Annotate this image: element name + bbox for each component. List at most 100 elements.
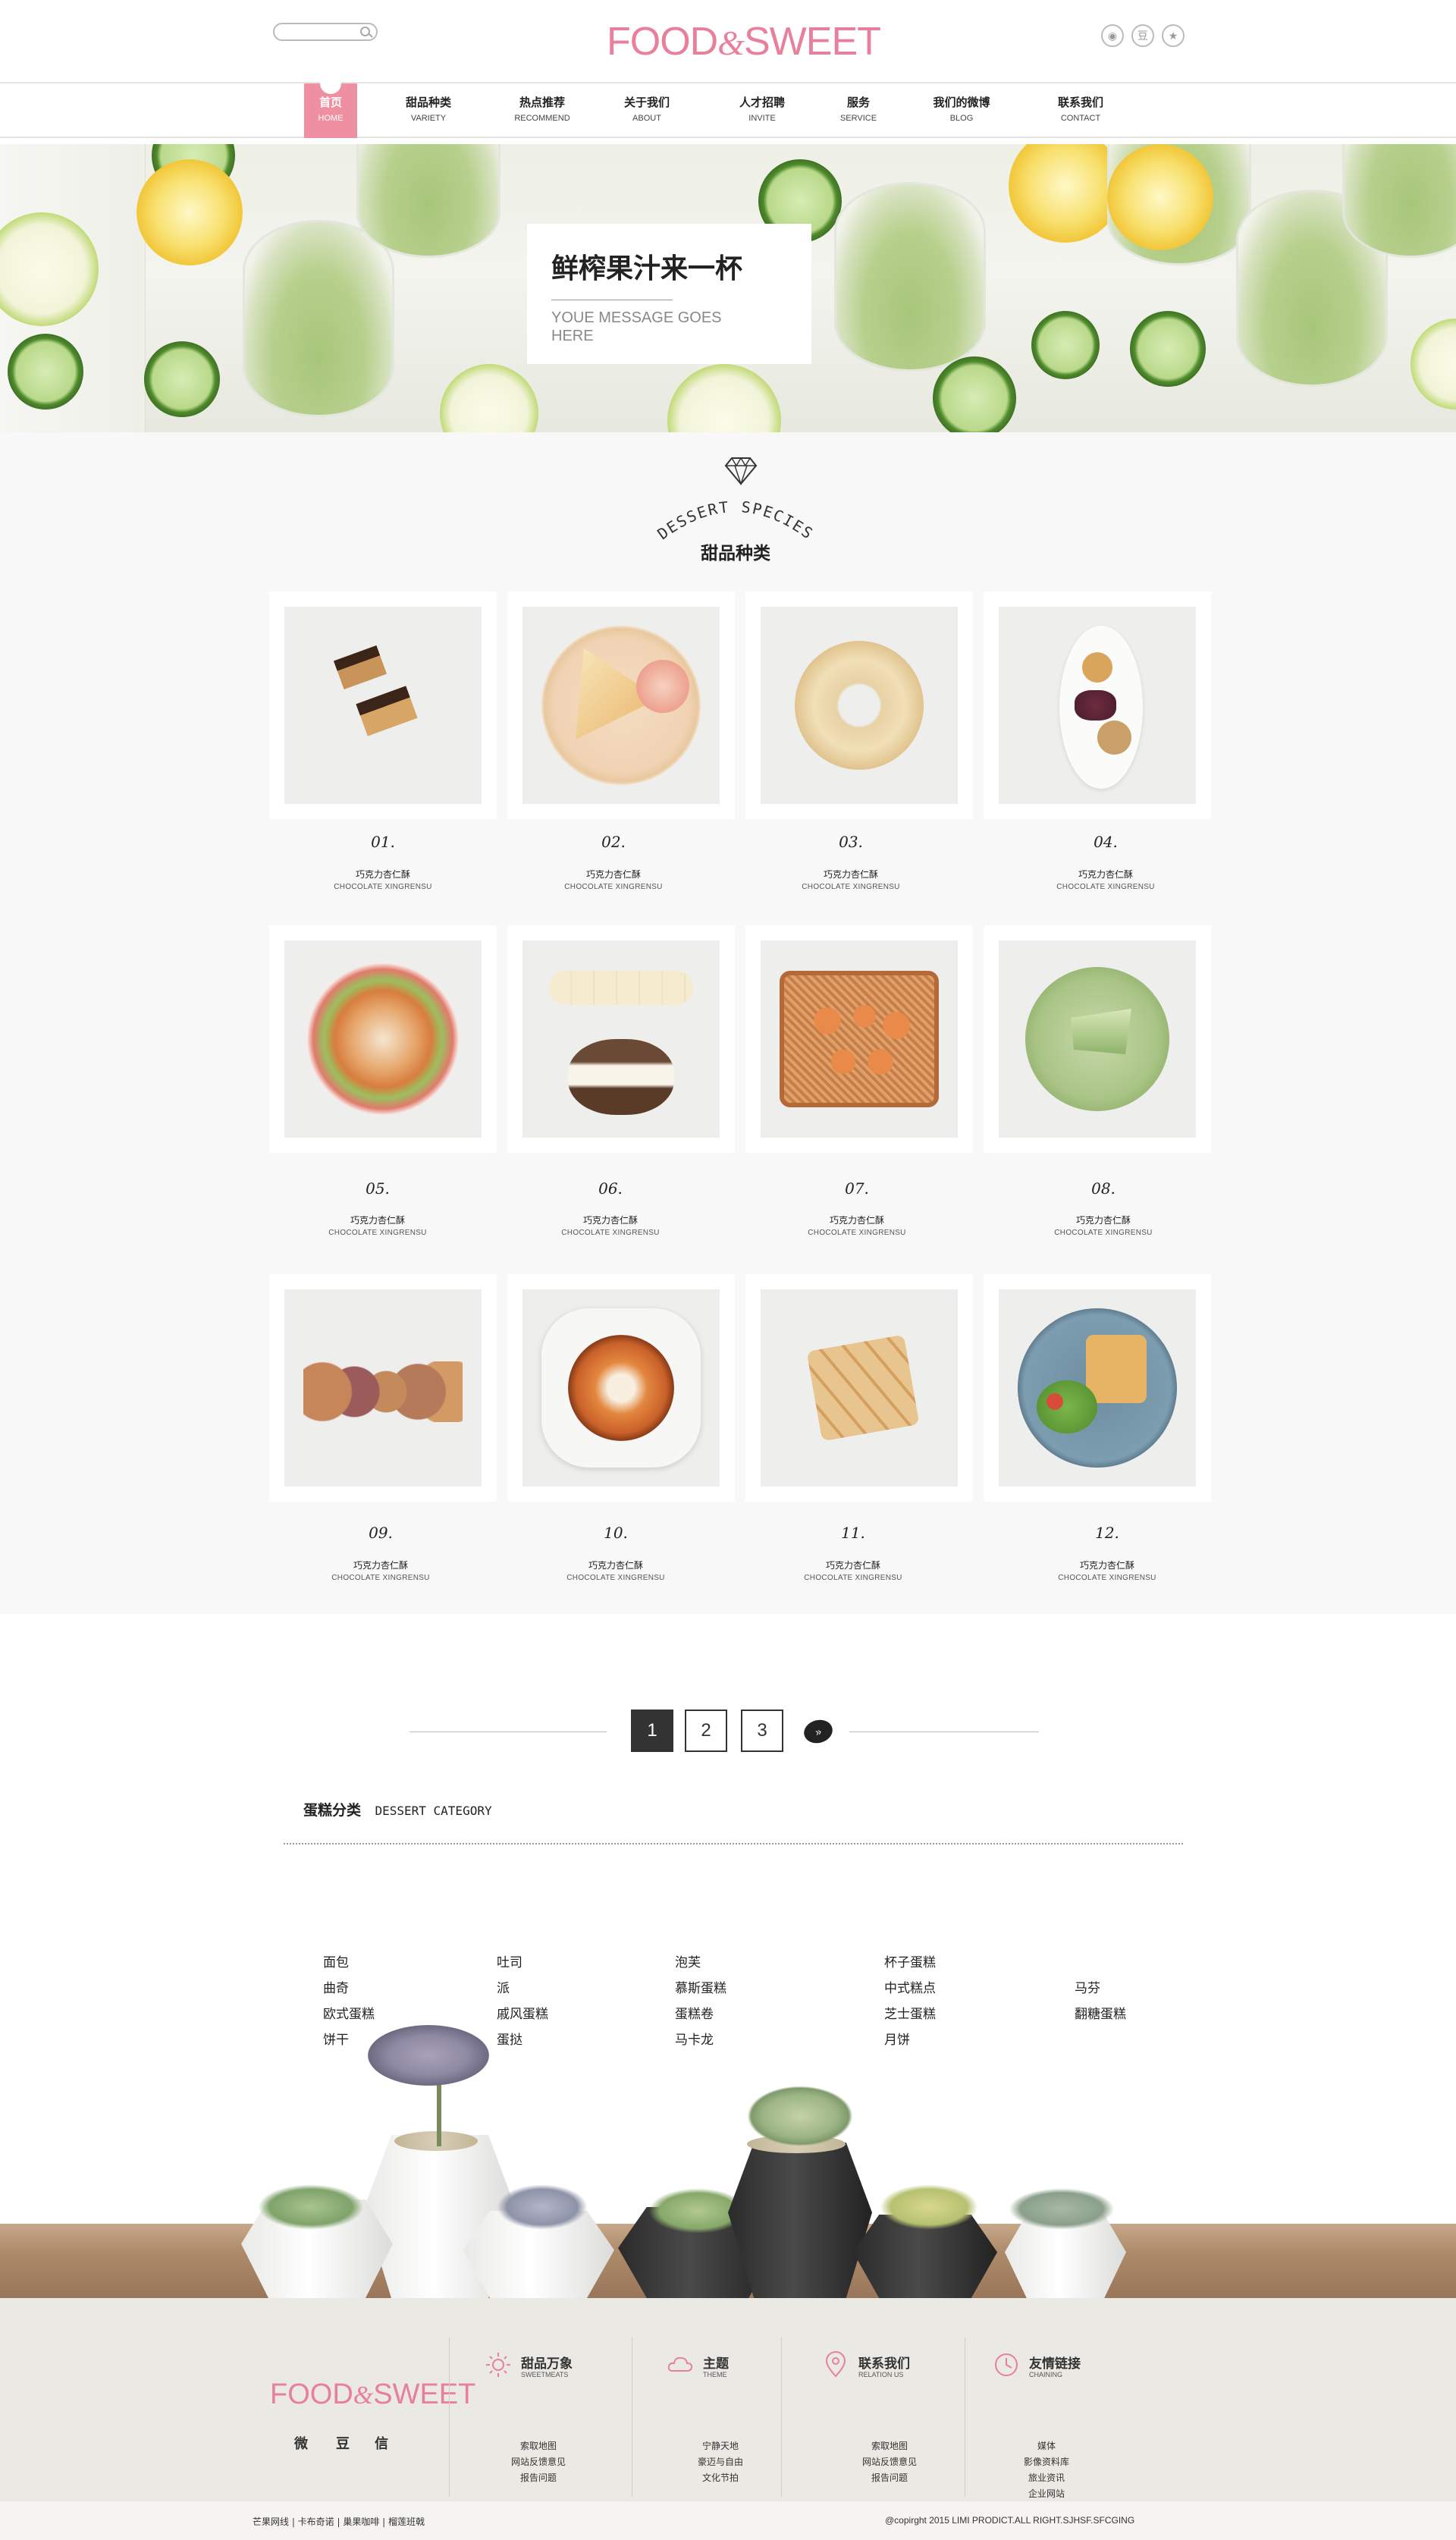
- nav-label-cn: 热点推荐: [519, 96, 565, 109]
- category-link[interactable]: 月饼: [884, 2029, 910, 2048]
- footer-link[interactable]: 影像资料库: [974, 2455, 1119, 2468]
- nav-item-service[interactable]: 服务 SERVICE: [824, 83, 893, 138]
- category-link[interactable]: 蛋糕卷: [675, 2003, 714, 2022]
- dessert-card[interactable]: [745, 925, 973, 1153]
- category-link[interactable]: 戚风蛋糕: [497, 2003, 548, 2022]
- footer-link[interactable]: 索取地图: [817, 2439, 962, 2452]
- footer-link[interactable]: 旅业资讯: [974, 2471, 1119, 2484]
- category-link[interactable]: 杯子蛋糕: [884, 1951, 936, 1970]
- succulent-image: [1009, 2188, 1115, 2230]
- page-button-2[interactable]: 2: [685, 1710, 727, 1752]
- logo[interactable]: FOOD&SWEET: [607, 19, 881, 64]
- item-name-cn: 巧克力杏仁酥: [1078, 869, 1133, 880]
- page-button-1[interactable]: 1: [631, 1710, 673, 1752]
- swiss-roll-image: [303, 1361, 463, 1422]
- dessert-image-frame: [761, 1289, 958, 1487]
- category-link[interactable]: 中式糕点: [884, 1977, 936, 1996]
- black-pot-image: [728, 2143, 872, 2298]
- chocolate-cookie-image: [356, 686, 418, 736]
- star-icon[interactable]: ★: [1162, 24, 1185, 47]
- footer-link[interactable]: 网站反馈意见: [466, 2455, 610, 2468]
- dessert-card[interactable]: [507, 925, 735, 1153]
- weibo-icon[interactable]: ◉: [1101, 24, 1124, 47]
- footer-column-title: 主题: [703, 2356, 729, 2372]
- weibo-icon[interactable]: 微: [294, 2433, 308, 2453]
- footer-link[interactable]: 报告问题: [466, 2471, 610, 2484]
- item-name-cn: 巧克力杏仁酥: [582, 1215, 638, 1226]
- nav-label-en: VARIETY: [410, 114, 447, 123]
- search-input[interactable]: [282, 26, 358, 38]
- nav-item-about[interactable]: 关于我们 ABOUT: [613, 83, 681, 138]
- dessert-species-section: DESSERT SPECIES 甜品种类 01. 巧克力杏仁酥 CHOCOLAT…: [0, 432, 1456, 1614]
- item-name-cn: 巧克力杏仁酥: [825, 1560, 880, 1571]
- category-link[interactable]: 芝士蛋糕: [884, 2003, 936, 2022]
- category-link[interactable]: 派: [497, 1977, 510, 1996]
- dessert-card[interactable]: [507, 592, 735, 819]
- sun-icon: [486, 2353, 510, 2377]
- item-name-cn: 巧克力杏仁酥: [1075, 1215, 1131, 1226]
- nav-label-en: ABOUT: [632, 114, 661, 123]
- category-link[interactable]: 泡芙: [675, 1951, 701, 1970]
- dessert-card[interactable]: [507, 1274, 735, 1502]
- item-number: 07.: [845, 1179, 869, 1198]
- footer-link[interactable]: 报告问题: [817, 2471, 962, 2484]
- apple-slice-image: [440, 364, 538, 432]
- hero-banner: 鲜榨果汁来一杯 YOUE MESSAGE GOES HERE: [0, 144, 1456, 432]
- category-link[interactable]: 翻糖蛋糕: [1075, 2003, 1126, 2022]
- dessert-card[interactable]: [745, 592, 973, 819]
- dessert-card[interactable]: [984, 925, 1211, 1153]
- nav-item-variety[interactable]: 甜品种类 VARIETY: [394, 83, 463, 138]
- dessert-image-frame: [761, 940, 958, 1138]
- category-link[interactable]: 曲奇: [323, 1977, 349, 1996]
- nav-item-invite[interactable]: 人才招聘 INVITE: [728, 83, 796, 138]
- dessert-image-frame: [999, 940, 1196, 1138]
- douban-icon[interactable]: 豆: [336, 2433, 350, 2453]
- item-number: 10.: [604, 1524, 628, 1542]
- partner-links[interactable]: 芒果网线 | 卡布奇诺 | 巢果咖啡 | 榴莲班戟: [253, 2515, 425, 2528]
- footer-link[interactable]: 媒体: [974, 2439, 1119, 2452]
- footer-link[interactable]: 网站反馈意见: [817, 2455, 962, 2468]
- dessert-image-frame: [284, 607, 482, 804]
- dessert-card[interactable]: [745, 1274, 973, 1502]
- category-link[interactable]: 欧式蛋糕: [323, 2003, 375, 2022]
- category-link[interactable]: 马卡龙: [675, 2029, 714, 2048]
- item-name-en: CHOCOLATE XINGRENSU: [808, 1229, 906, 1237]
- footer-divider: [449, 2337, 450, 2497]
- footer-link[interactable]: 企业网站: [974, 2487, 1119, 2500]
- footer-link[interactable]: 文化节拍: [648, 2471, 792, 2484]
- douban-icon[interactable]: 豆: [1131, 24, 1154, 47]
- item-number: 08.: [1091, 1179, 1116, 1198]
- footer-logo-ampersand: &: [353, 2381, 374, 2410]
- category-link[interactable]: 马芬: [1075, 1977, 1100, 1996]
- next-page-button[interactable]: »: [801, 1716, 836, 1747]
- apple-slice-image: [1410, 319, 1456, 410]
- dessert-card[interactable]: [984, 592, 1211, 819]
- dessert-card[interactable]: [269, 925, 497, 1153]
- dessert-card[interactable]: [984, 1274, 1211, 1502]
- wechat-icon[interactable]: 信: [375, 2433, 388, 2453]
- dessert-card[interactable]: [269, 592, 497, 819]
- category-link[interactable]: 蛋挞: [497, 2029, 522, 2048]
- nav-item-contact[interactable]: 联系我们 CONTACT: [1046, 83, 1115, 138]
- juice-glass-image: [834, 182, 986, 372]
- category-link[interactable]: 面包: [323, 1951, 349, 1970]
- footer-logo[interactable]: FOOD&SWEET: [270, 2378, 475, 2413]
- search-icon[interactable]: [360, 27, 370, 36]
- category-link[interactable]: 慕斯蛋糕: [675, 1977, 726, 1996]
- footer-link[interactable]: 宁静天地: [648, 2439, 792, 2452]
- nav-item-home[interactable]: 首页 HOME: [304, 73, 357, 138]
- dessert-image-frame: [522, 1289, 720, 1487]
- item-name-cn: 巧克力杏仁酥: [829, 1215, 884, 1226]
- footer-link[interactable]: 豪迈与自由: [648, 2455, 792, 2468]
- nav-item-recommend[interactable]: 热点推荐 RECOMMEND: [504, 83, 580, 138]
- nav-label-en: HOME: [318, 114, 344, 123]
- search-box[interactable]: [273, 23, 378, 41]
- dessert-card[interactable]: [269, 1274, 497, 1502]
- page-button-3[interactable]: 3: [741, 1710, 783, 1752]
- nav-item-blog[interactable]: 我们的微博 BLOG: [924, 83, 999, 138]
- category-link[interactable]: 饼干: [323, 2029, 349, 2048]
- juice-glass-image: [1342, 144, 1456, 258]
- category-link[interactable]: 吐司: [497, 1951, 522, 1970]
- footer-link[interactable]: 索取地图: [466, 2439, 610, 2452]
- cucumber-slice-image: [8, 334, 83, 410]
